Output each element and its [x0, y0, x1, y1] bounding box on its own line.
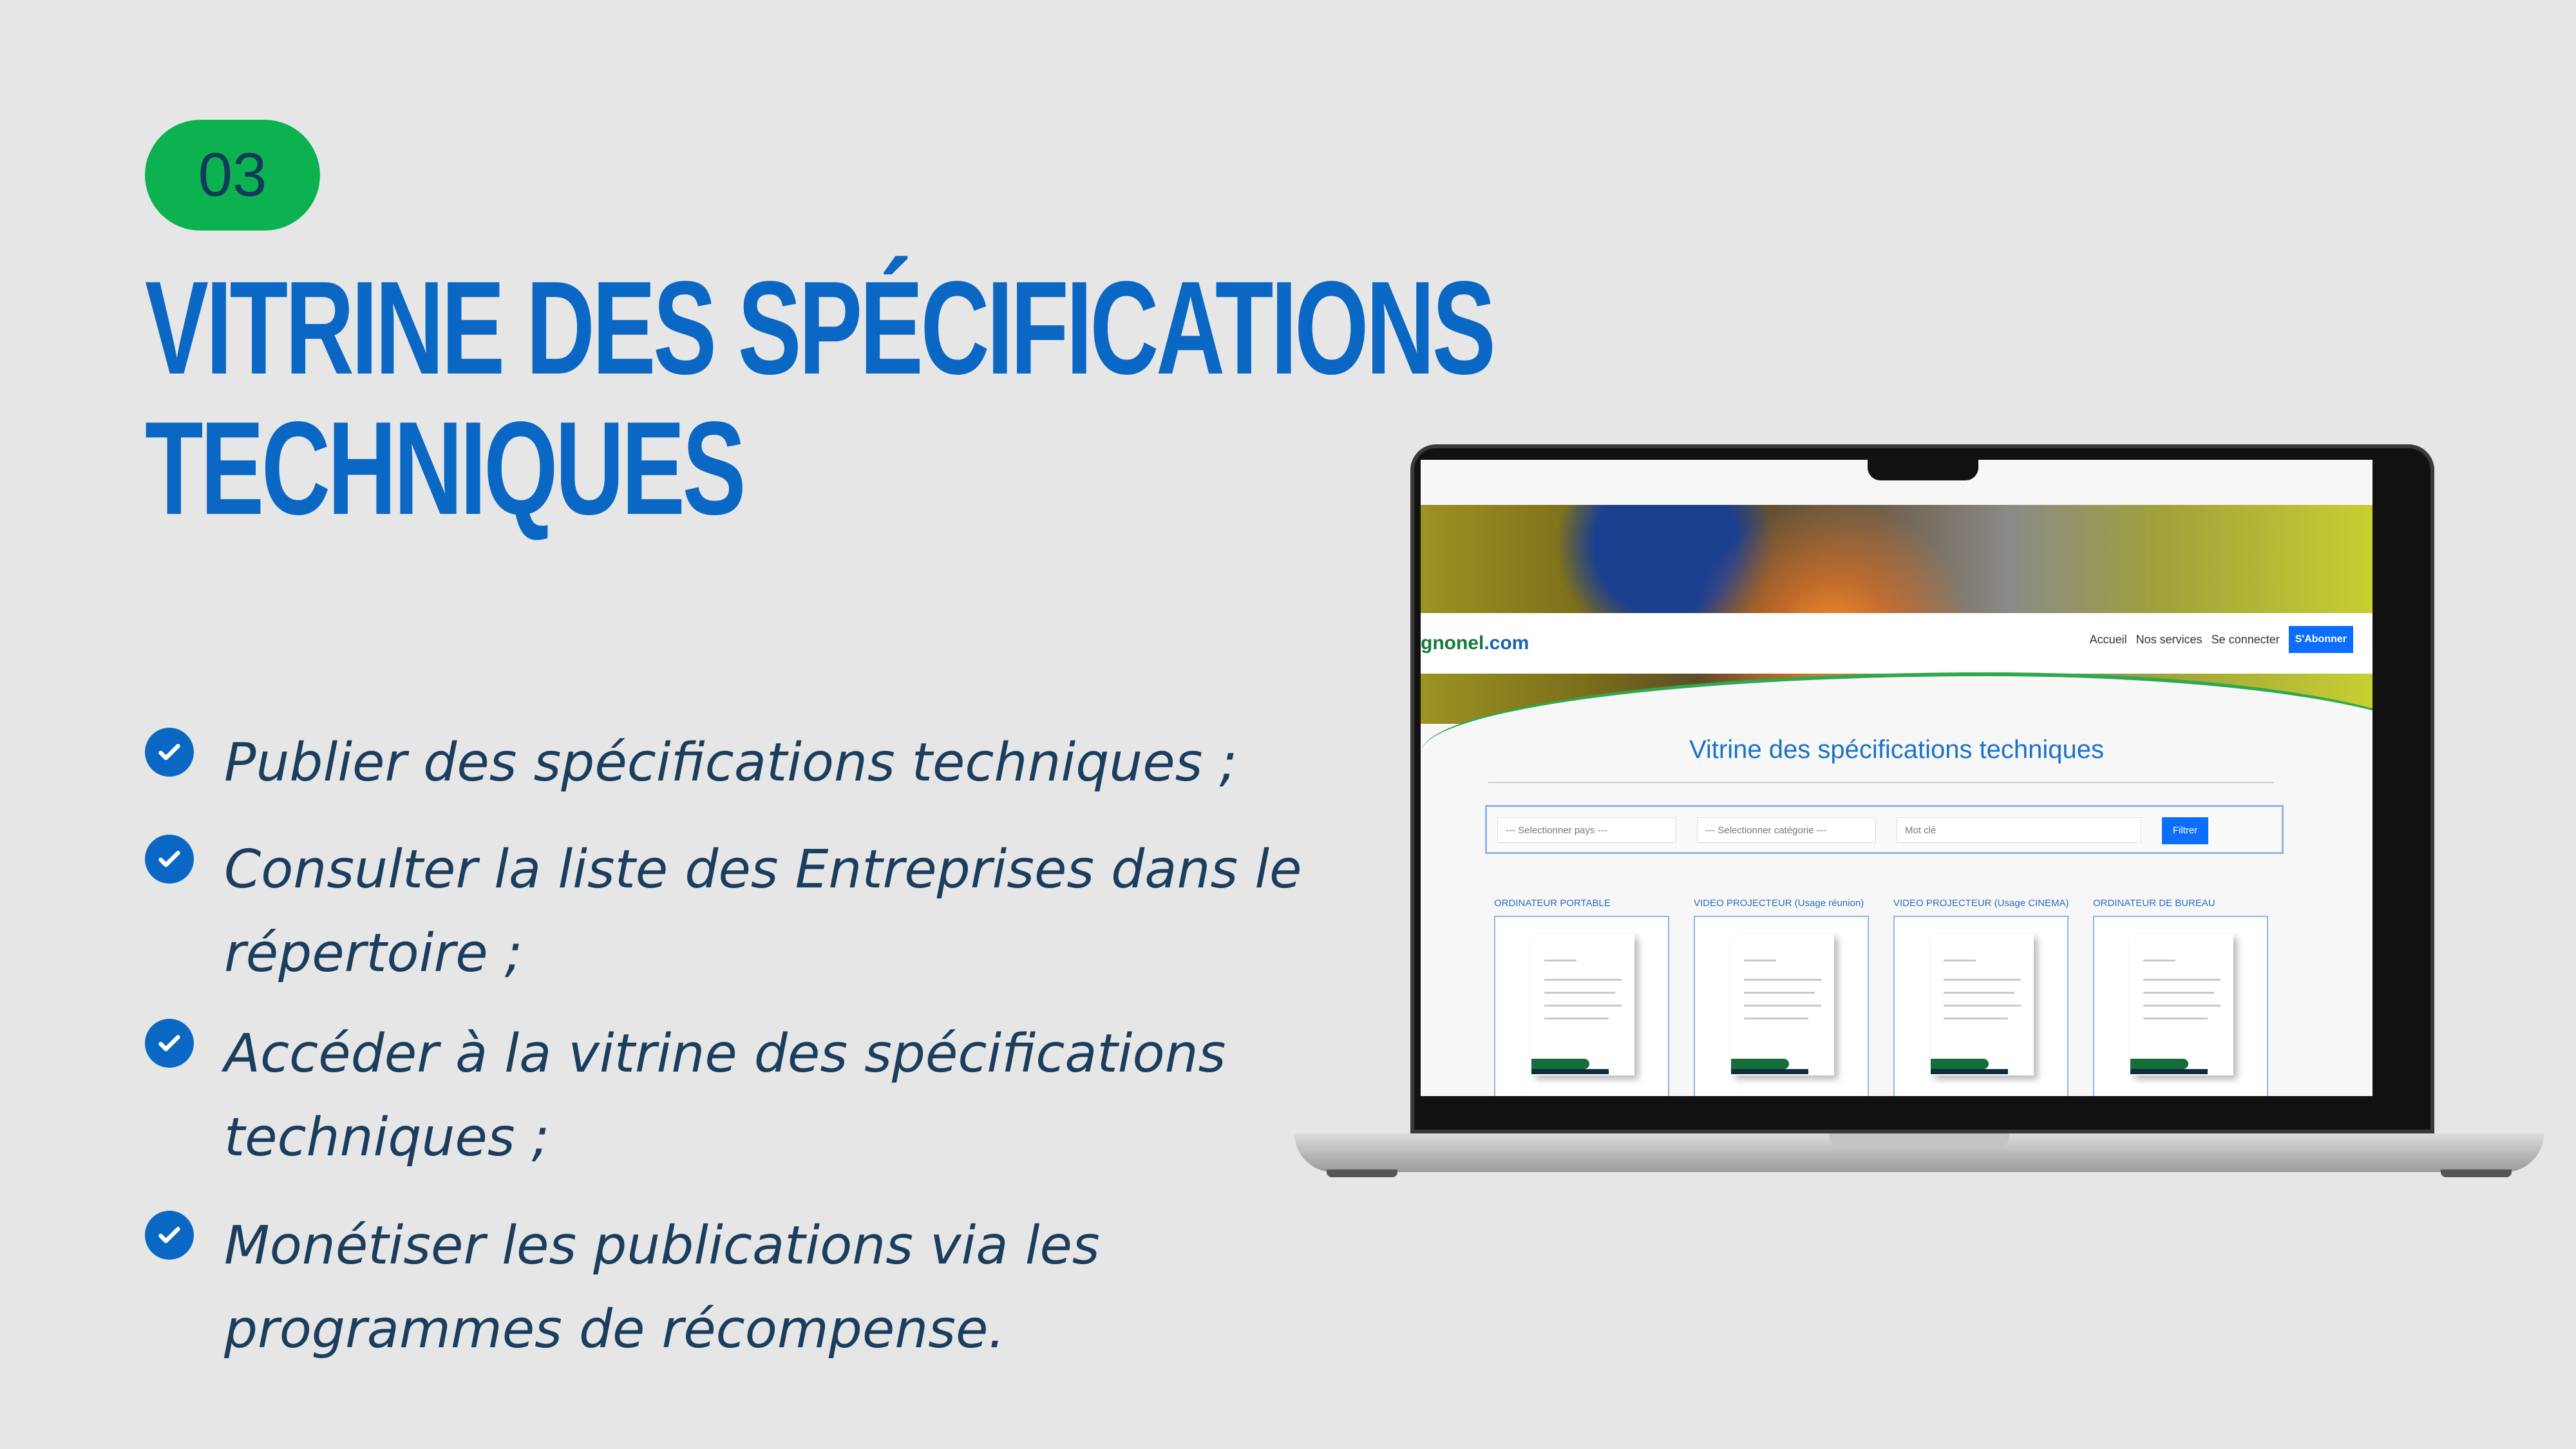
spec-card[interactable]	[1893, 916, 2069, 1096]
card-title: VIDEO PROJECTEUR (Usage réunion)	[1694, 898, 1864, 909]
laptop-groove	[1829, 1133, 2009, 1148]
document-thumbnail	[2130, 934, 2233, 1075]
document-thumbnail	[1531, 934, 1634, 1075]
slide-title-line-2: TECHNIQUES	[145, 394, 746, 542]
document-thumbnail	[1731, 934, 1834, 1075]
nav-link-home[interactable]: Accueil	[2090, 633, 2127, 647]
nav-link-login[interactable]: Se connecter	[2211, 633, 2280, 647]
site-navbar: gnonel.com Accueil Nos services Se conne…	[1421, 613, 2372, 674]
subscribe-button[interactable]: S'Abonner	[2288, 626, 2353, 653]
spec-card[interactable]	[1494, 916, 1669, 1096]
divider	[1488, 782, 2274, 783]
slide-title-line-1: VITRINE DES SPÉCIFICATIONS	[145, 254, 1496, 402]
page-heading: Vitrine des spécifications techniques	[1689, 735, 2105, 764]
feature-text: Accéder à la vitrine des spécifications …	[224, 1023, 1226, 1168]
camera-notch	[1868, 460, 1978, 480]
card-title: ORDINATEUR DE BUREAU	[2093, 898, 2215, 909]
check-circle-icon	[145, 1211, 194, 1260]
feature-text: Consulter la liste des Entreprises dans …	[224, 839, 1302, 984]
laptop-foot	[1327, 1170, 1397, 1177]
laptop-screen: gnonel.com Accueil Nos services Se conne…	[1421, 460, 2372, 1096]
laptop-base	[1294, 1133, 2544, 1172]
spec-card[interactable]	[2093, 916, 2268, 1096]
feature-text: Publier des spécifications techniques ;	[224, 732, 1238, 793]
nav-links: Accueil Nos services Se connecter S'Abon…	[2090, 626, 2353, 653]
check-circle-icon	[145, 728, 194, 777]
country-select[interactable]: --- Selectionner pays ---	[1497, 817, 1676, 843]
slide-number-badge: 03	[145, 120, 320, 231]
slide-title: VITRINE DES SPÉCIFICATIONS TECHNIQUES	[145, 258, 1496, 538]
check-circle-icon	[145, 835, 194, 884]
card-title: VIDEO PROJECTEUR (Usage CINEMA)	[1893, 898, 2069, 909]
laptop-foot	[2441, 1170, 2512, 1177]
filter-button[interactable]: Filtrer	[2162, 817, 2208, 844]
slide-number: 03	[198, 140, 267, 209]
site-logo[interactable]: gnonel.com	[1421, 632, 1529, 654]
feature-text: Monétiser les publications via les progr…	[224, 1215, 1100, 1360]
logo-text-green: gnonel	[1421, 632, 1484, 654]
check-circle-icon	[145, 1019, 194, 1068]
card-title: ORDINATEUR PORTABLE	[1494, 898, 1611, 909]
logo-text-blue: .com	[1484, 632, 1530, 654]
keyword-input[interactable]: Mot clé	[1897, 817, 2141, 843]
category-select[interactable]: --- Selectionner catégorie ---	[1697, 817, 1876, 843]
filter-bar: --- Selectionner pays --- --- Selectionn…	[1485, 805, 2284, 854]
document-thumbnail	[1931, 934, 2034, 1075]
spec-card[interactable]	[1694, 916, 1869, 1096]
nav-link-services[interactable]: Nos services	[2136, 633, 2202, 647]
